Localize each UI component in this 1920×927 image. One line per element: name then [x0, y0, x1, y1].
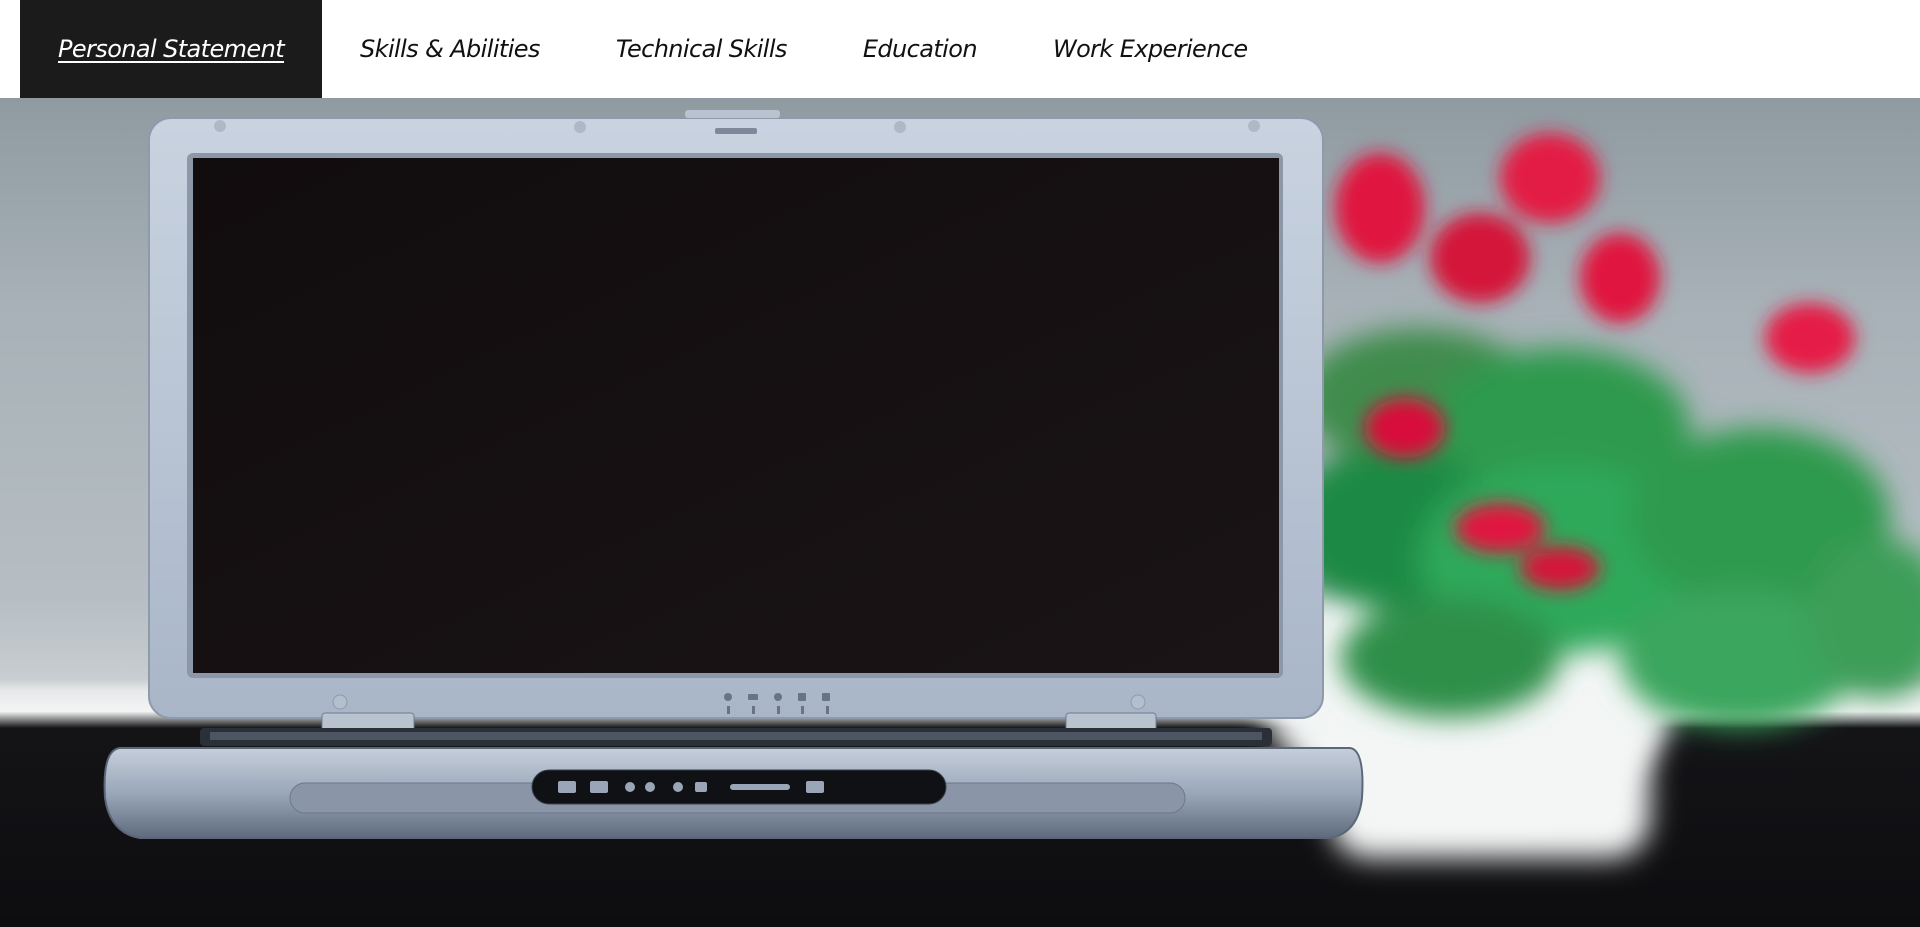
nav-item-skills-abilities[interactable]: Skills & Abilities: [322, 0, 578, 98]
top-navigation: Personal Statement Skills & Abilities Te…: [0, 0, 1920, 98]
nav-menu: Personal Statement Skills & Abilities Te…: [20, 0, 1286, 98]
nav-item-work-experience[interactable]: Work Experience: [1015, 0, 1286, 98]
nav-item-education[interactable]: Education: [825, 0, 1015, 98]
flower-plant: [1260, 133, 1920, 858]
hero-image: [0, 98, 1920, 927]
laptop: [103, 110, 1364, 839]
laptop-screen: [193, 158, 1279, 673]
nav-item-technical-skills[interactable]: Technical Skills: [578, 0, 825, 98]
nav-item-personal-statement[interactable]: Personal Statement: [20, 0, 323, 98]
hero-illustration: [103, 110, 1920, 858]
